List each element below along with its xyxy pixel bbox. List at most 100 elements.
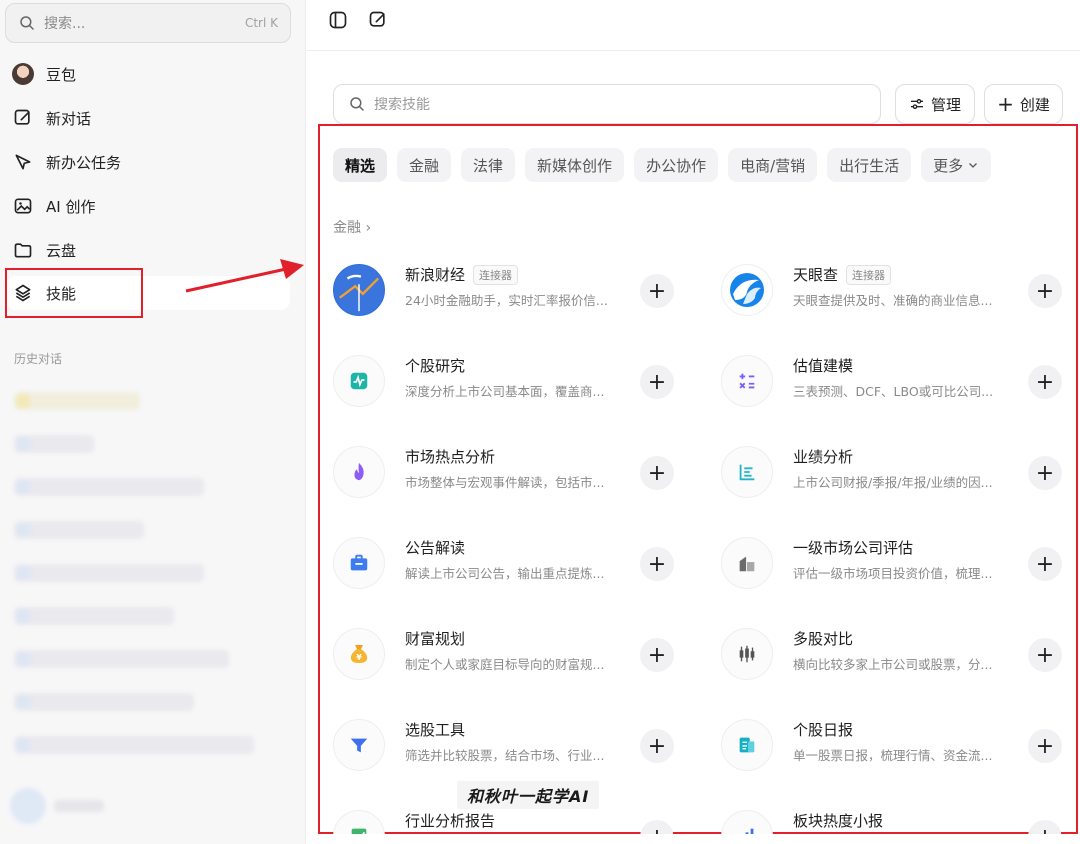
image-icon <box>12 195 34 217</box>
tab-more[interactable]: 更多 <box>921 148 992 182</box>
history-item[interactable] <box>14 564 204 582</box>
sidebar-item-doubao[interactable]: 豆包 <box>12 57 292 91</box>
add-skill-button[interactable]: + <box>640 729 674 763</box>
plus-icon: + <box>997 92 1014 116</box>
annotation-arrow-icon <box>185 259 304 293</box>
skill-card[interactable]: 板块热度小报 + <box>721 804 1061 834</box>
cursor-icon <box>12 151 34 173</box>
calculator-icon <box>721 355 773 407</box>
annotation-box-skills <box>5 268 143 318</box>
user-avatar[interactable] <box>10 788 46 824</box>
manage-button[interactable]: 管理 <box>895 84 975 124</box>
new-chat-icon[interactable] <box>366 8 390 32</box>
sidebar-item-new-chat[interactable]: 新对话 <box>12 101 292 135</box>
add-skill-button[interactable]: + <box>1028 547 1062 581</box>
add-skill-button[interactable]: + <box>1028 274 1062 308</box>
tab-new-media[interactable]: 新媒体创作 <box>525 148 625 182</box>
history-item[interactable] <box>14 607 174 625</box>
skill-card[interactable]: 一级市场公司评估 评估一级市场项目投资价值，梳理... + <box>721 531 1062 595</box>
skill-card[interactable]: 选股工具 筛选并比较股票，结合市场、行业... + <box>333 713 674 777</box>
add-skill-button[interactable]: + <box>640 638 674 672</box>
add-skill-button[interactable]: + <box>1028 729 1062 763</box>
skill-card[interactable]: 估值建模 三表预测、DCF、LBO或可比公司... + <box>721 349 1062 413</box>
search-icon <box>350 97 364 111</box>
skill-name: 估值建模 <box>793 357 854 375</box>
skill-card[interactable]: 多股对比 横向比较多家上市公司或股票，分... + <box>721 622 1062 686</box>
building-icon <box>721 537 773 589</box>
history-item[interactable] <box>14 478 204 496</box>
skill-name: 财富规划 <box>405 630 466 648</box>
edit-icon <box>12 107 34 129</box>
add-skill-button[interactable]: + <box>1028 456 1062 490</box>
skill-name: 行业分析报告 <box>405 812 496 830</box>
skill-search-input[interactable]: 搜索技能 <box>333 84 881 124</box>
tab-ecommerce[interactable]: 电商/营销 <box>728 148 818 182</box>
filter-icon <box>333 719 385 771</box>
history-title: 历史对话 <box>14 352 63 366</box>
create-button[interactable]: + 创建 <box>984 84 1063 124</box>
candlestick-icon <box>721 628 773 680</box>
skill-card[interactable]: ¥ 财富规划 制定个人或家庭目标导向的财富规... + <box>333 622 674 686</box>
bar-chart-icon <box>721 810 773 834</box>
skill-name: 选股工具 <box>405 721 466 739</box>
skill-card[interactable]: 个股研究 深度分析上市公司基本面，覆盖商... + <box>333 349 674 413</box>
sidebar-item-label: 新对话 <box>46 109 92 128</box>
skill-name: 业绩分析 <box>793 448 854 466</box>
skill-name: 新浪财经 <box>405 266 466 284</box>
skill-card[interactable]: 个股日报 单一股票日报，梳理行情、资金流... + <box>721 713 1062 777</box>
svg-text:¥: ¥ <box>356 653 362 662</box>
skill-name: 板块热度小报 <box>793 812 884 830</box>
history-item[interactable] <box>14 392 140 410</box>
tab-finance[interactable]: 金融 <box>397 148 452 182</box>
skill-card[interactable]: 天眼查 连接器 天眼查提供及时、准确的商业信息... + <box>721 258 1062 322</box>
sidebar-item-ai-create[interactable]: AI 创作 <box>12 189 292 223</box>
chevron-down-icon <box>969 163 978 168</box>
sidebar-search[interactable]: 搜索... Ctrl K <box>5 3 291 43</box>
create-label: 创建 <box>1019 95 1050 114</box>
folder-icon <box>12 239 34 261</box>
skill-name: 多股对比 <box>793 630 854 648</box>
skill-desc: 三表预测、DCF、LBO或可比公司... <box>793 384 994 399</box>
tab-travel[interactable]: 出行生活 <box>827 148 912 182</box>
history-item[interactable] <box>14 435 94 453</box>
connector-badge: 连接器 <box>846 264 892 285</box>
add-skill-button[interactable]: + <box>1028 638 1062 672</box>
section-title-finance[interactable]: 金融 › <box>333 217 371 237</box>
history-item[interactable] <box>14 693 194 711</box>
skill-card[interactable]: 新浪财经 连接器 24小时金融助手，实时汇率报价信... + <box>333 258 674 322</box>
history-item[interactable] <box>14 736 254 754</box>
history-item[interactable] <box>14 521 144 539</box>
add-skill-button[interactable]: + <box>640 820 673 834</box>
add-skill-button[interactable]: + <box>640 274 674 308</box>
sidebar-item-label: 云盘 <box>46 241 77 260</box>
sidebar-item-office-task[interactable]: 新办公任务 <box>12 145 292 179</box>
history-item[interactable] <box>14 650 229 668</box>
skill-desc: 制定个人或家庭目标导向的财富规... <box>405 657 605 672</box>
skill-search-placeholder: 搜索技能 <box>374 97 430 113</box>
add-skill-button[interactable]: + <box>640 547 674 581</box>
skill-card[interactable]: 公告解读 解读上市公司公告，输出重点提炼... + <box>333 531 674 595</box>
skill-desc: 解读上市公司公告，输出重点提炼... <box>405 566 605 581</box>
avatar <box>12 63 34 85</box>
tab-featured[interactable]: 精选 <box>333 148 388 182</box>
skill-desc: 单一股票日报，梳理行情、资金流... <box>793 748 993 763</box>
skill-card[interactable]: 市场热点分析 市场整体与宏观事件解读，包括市... + <box>333 440 674 504</box>
add-skill-button[interactable]: + <box>1028 365 1062 399</box>
tab-law[interactable]: 法律 <box>461 148 516 182</box>
sliders-icon <box>910 99 923 109</box>
sidebar-item-label: 新办公任务 <box>46 153 122 172</box>
chart-report-icon <box>333 810 385 834</box>
pulse-icon <box>333 355 385 407</box>
skill-name: 天眼查 <box>793 266 839 284</box>
report-icon <box>721 719 773 771</box>
skill-card[interactable]: 业绩分析 上市公司财报/季报/年报/业绩的因... + <box>721 440 1062 504</box>
toggle-sidebar-icon[interactable] <box>326 8 350 32</box>
skill-name: 公告解读 <box>405 539 466 557</box>
skill-name: 一级市场公司评估 <box>793 539 914 557</box>
add-skill-button[interactable]: + <box>640 456 674 490</box>
add-skill-button[interactable]: + <box>640 365 674 399</box>
add-skill-button[interactable]: + <box>1028 820 1061 834</box>
tab-office[interactable]: 办公协作 <box>634 148 719 182</box>
category-tabs: 精选 金融 法律 新媒体创作 办公协作 电商/营销 出行生活 更多 <box>333 148 992 182</box>
skill-desc: 评估一级市场项目投资价值，梳理... <box>793 566 993 581</box>
